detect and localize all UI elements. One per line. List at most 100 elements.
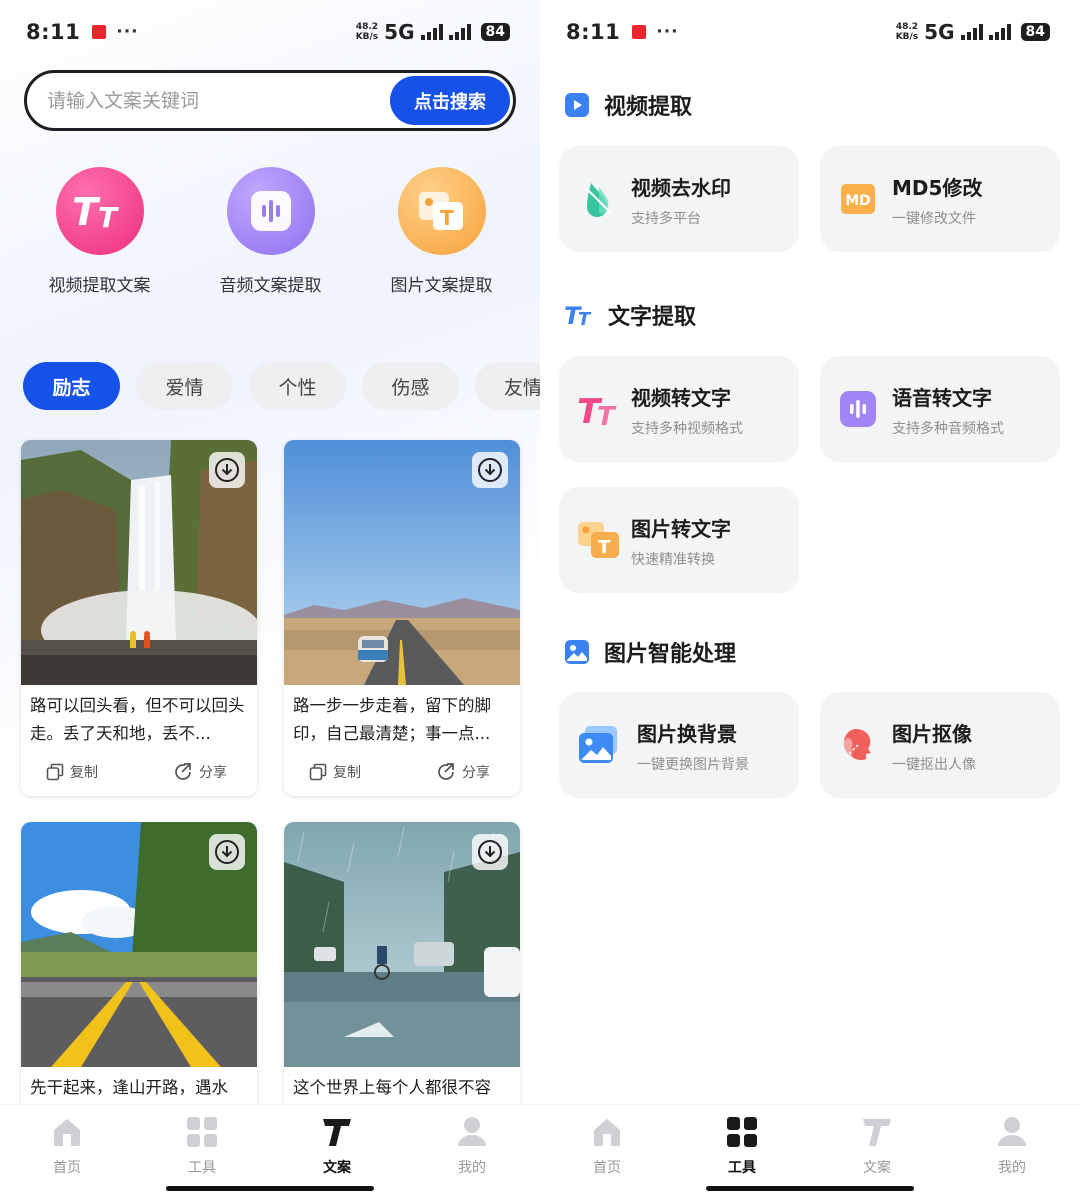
- md5-icon: MD: [841, 184, 875, 214]
- battery-icon: 84: [1020, 23, 1050, 41]
- tool-subtitle: 支持多平台: [631, 211, 701, 227]
- search-button[interactable]: 点击搜索: [390, 76, 510, 125]
- search-input[interactable]: [47, 73, 377, 128]
- copy-label: 复制: [333, 765, 361, 781]
- grid-icon: [727, 1117, 757, 1147]
- download-icon[interactable]: [472, 834, 508, 870]
- more-notifications-icon: ···: [116, 22, 139, 42]
- tool-md5-modify[interactable]: MD MD5修改 一键修改文件: [820, 146, 1060, 252]
- tool-speech-to-text[interactable]: 语音转文字 支持多种音频格式: [820, 356, 1060, 462]
- tool-subtitle: 一键修改文件: [892, 211, 976, 227]
- tool-video-to-text[interactable]: TT 视频转文字 支持多种视频格式: [559, 356, 799, 462]
- image-text-icon: T: [397, 167, 486, 255]
- home-indicator: [706, 1186, 914, 1191]
- tool-title: 图片抠像: [892, 722, 972, 746]
- notification-icon: [92, 25, 107, 39]
- portrait-cutout-icon: [841, 729, 871, 762]
- watermark-drop-icon: [582, 183, 612, 217]
- network-type: 5G: [384, 20, 415, 44]
- copy-icon: [46, 763, 64, 781]
- category-chip-sad[interactable]: 伤感: [362, 362, 459, 410]
- svg-text:T: T: [98, 201, 119, 233]
- speed-value: 48.2: [895, 22, 919, 32]
- network-speed: 48.2 KB/s: [356, 22, 378, 42]
- category-chip-inspirational[interactable]: 励志: [23, 362, 120, 410]
- category-chip-personality[interactable]: 个性: [249, 362, 346, 410]
- user-icon: [998, 1117, 1026, 1146]
- svg-text:T: T: [598, 537, 611, 558]
- speed-unit: KB/s: [895, 32, 919, 42]
- tab-label: 我的: [458, 1160, 486, 1176]
- signal-icon-2: [988, 24, 1011, 40]
- section-title: 视频提取: [604, 95, 693, 120]
- status-bar: 8:11 ··· 48.2 KB/s 5G 84: [26, 14, 510, 50]
- tab-profile[interactable]: 我的: [967, 1115, 1057, 1177]
- copy-button[interactable]: 复制: [309, 762, 361, 782]
- quote-card[interactable]: 路一步一步走着，留下的脚印，自己最清楚；事一点... 复制 分享: [284, 440, 520, 796]
- video-play-icon: [565, 93, 589, 117]
- text-t-icon: [323, 1119, 351, 1146]
- feature-audio-extract[interactable]: 音频文案提取: [185, 167, 356, 296]
- home-indicator: [166, 1186, 374, 1191]
- status-time: 8:11: [26, 20, 81, 44]
- user-icon: [458, 1117, 486, 1146]
- audio-wave-icon: [840, 391, 876, 427]
- svg-text:T: T: [72, 190, 101, 233]
- tab-copywriting[interactable]: 文案: [832, 1115, 922, 1177]
- speed-unit: KB/s: [355, 32, 379, 42]
- share-button[interactable]: 分享: [436, 762, 490, 782]
- section-video-extract: 视频提取: [564, 89, 692, 121]
- tab-profile[interactable]: 我的: [427, 1115, 517, 1177]
- image-text-icon: T: [578, 522, 619, 558]
- image-swap-icon: [579, 726, 617, 763]
- notification-icon: [632, 25, 647, 39]
- tab-home[interactable]: 首页: [22, 1115, 112, 1177]
- tool-subtitle: 支持多种视频格式: [631, 421, 743, 437]
- status-bar: 8:11 ··· 48.2 KB/s 5G 84: [566, 14, 1050, 50]
- section-text-extract: TT 文字提取: [564, 299, 696, 331]
- tab-tools[interactable]: 工具: [157, 1115, 247, 1177]
- tool-title: 语音转文字: [892, 386, 992, 410]
- tool-title: 视频去水印: [631, 176, 731, 200]
- category-chip-love[interactable]: 爱情: [136, 362, 233, 410]
- download-icon[interactable]: [209, 834, 245, 870]
- home-icon: [594, 1119, 620, 1146]
- tool-image-background-swap[interactable]: 图片换背景 一键更换图片背景: [559, 692, 799, 798]
- tool-remove-watermark[interactable]: 视频去水印 支持多平台: [559, 146, 799, 252]
- feature-image-extract[interactable]: T 图片文案提取: [356, 167, 527, 296]
- image-icon: [565, 640, 589, 664]
- tool-title: MD5修改: [892, 176, 983, 200]
- tt-text-icon: TT: [577, 392, 617, 429]
- signal-icon: [420, 24, 443, 40]
- tool-subtitle: 一键抠出人像: [892, 757, 976, 773]
- svg-text:T: T: [440, 206, 454, 230]
- tab-tools[interactable]: 工具: [697, 1115, 787, 1177]
- tab-label: 我的: [998, 1160, 1026, 1176]
- search-bar: 点击搜索: [24, 70, 516, 131]
- section-title: 图片智能处理: [604, 642, 737, 667]
- status-time: 8:11: [566, 20, 621, 44]
- grid-icon: [187, 1117, 217, 1147]
- tab-label: 文案: [863, 1160, 891, 1176]
- category-chip-friendship[interactable]: 友情: [475, 362, 540, 410]
- tt-text-icon: TT: [55, 167, 144, 255]
- svg-text:T: T: [578, 309, 592, 328]
- copy-button[interactable]: 复制: [46, 762, 98, 782]
- download-icon[interactable]: [472, 452, 508, 488]
- download-icon[interactable]: [209, 452, 245, 488]
- svg-text:T: T: [597, 402, 617, 429]
- speed-value: 48.2: [355, 22, 379, 32]
- tool-image-to-text[interactable]: T 图片转文字 快速精准转换: [559, 487, 799, 593]
- share-button[interactable]: 分享: [173, 762, 227, 782]
- feature-video-extract[interactable]: TT 视频提取文案: [14, 167, 185, 296]
- tab-copywriting[interactable]: 文案: [292, 1115, 382, 1177]
- tool-portrait-cutout[interactable]: 图片抠像 一键抠出人像: [820, 692, 1060, 798]
- section-image-processing: 图片智能处理: [564, 636, 736, 668]
- quote-card[interactable]: 路可以回头看，但不可以回头走。丢了天和地，丢不... 复制 分享: [21, 440, 257, 796]
- feature-label: 图片文案提取: [390, 276, 493, 296]
- tab-label: 工具: [188, 1160, 216, 1176]
- share-label: 分享: [199, 765, 227, 781]
- tool-title: 图片转文字: [631, 517, 731, 541]
- tab-label: 工具: [728, 1160, 756, 1176]
- tab-home[interactable]: 首页: [562, 1115, 652, 1177]
